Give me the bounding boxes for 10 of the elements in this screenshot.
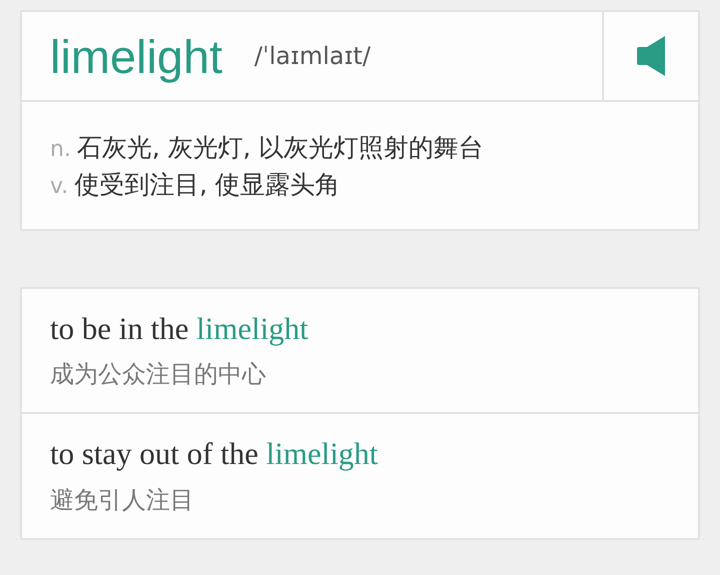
phrase-translation: 避免引人注目 (50, 484, 195, 516)
phrase-translation: 成为公众注目的中心 (50, 359, 267, 390)
phrase-text: to be in the limelight (50, 310, 310, 348)
speaker-icon (637, 36, 665, 76)
definition-text: 石灰光, 灰光灯, 以灰光灯照射的舞台 (76, 132, 484, 164)
definition-text: 使受到注目, 使显露头角 (74, 168, 340, 200)
part-of-speech: n. (50, 137, 71, 162)
phonetic: /ˈlaɪmlaɪt/ (254, 42, 371, 70)
phrase-text: to stay out of the limelight (50, 435, 380, 474)
part-of-speech: v. (50, 174, 68, 198)
